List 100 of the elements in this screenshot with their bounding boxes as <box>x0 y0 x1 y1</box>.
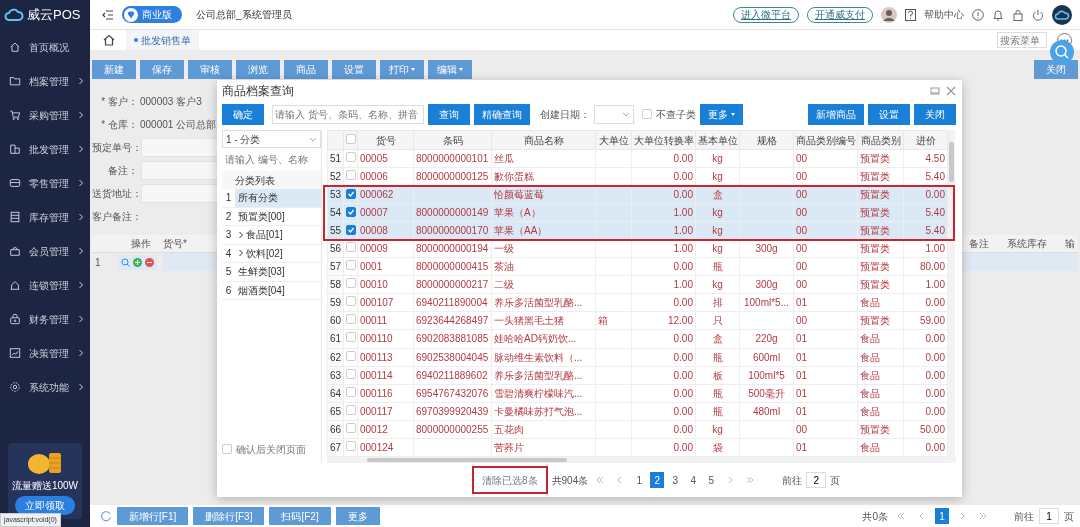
category-item[interactable]: 生鲜类[03] <box>235 263 321 281</box>
category-item[interactable]: 预置类[00] <box>235 207 321 225</box>
page-tab[interactable]: 批发销售单 <box>126 30 199 50</box>
page-button[interactable]: 3 <box>668 472 683 488</box>
table-cell: 300g <box>739 239 794 258</box>
close-icon[interactable] <box>946 86 956 96</box>
table-cell: 0.00 <box>631 384 696 403</box>
help-icon[interactable] <box>905 8 916 21</box>
lock-icon[interactable] <box>1012 8 1024 21</box>
sidebar-item[interactable]: 财务管理 <box>0 302 90 336</box>
dialog-button[interactable]: 新增商品 <box>808 103 864 125</box>
table-cell: 01 <box>793 329 858 348</box>
checkbox[interactable] <box>346 260 356 271</box>
checkbox[interactable] <box>346 170 356 181</box>
page-button[interactable]: 4 <box>686 472 701 488</box>
category-select[interactable]: 1 - 分类 <box>222 130 321 148</box>
checkbox[interactable] <box>642 109 652 119</box>
sidebar-item[interactable]: 首页概况 <box>0 30 90 64</box>
claim-button[interactable]: 立即领取 <box>15 496 75 515</box>
checkbox[interactable] <box>346 189 356 200</box>
refresh-icon[interactable] <box>100 510 112 522</box>
checkbox[interactable] <box>346 386 356 397</box>
edition-badge[interactable]: 商业版 <box>122 6 182 23</box>
category-item[interactable]: 食品[01] <box>235 226 321 244</box>
sidebar-item[interactable]: 连锁管理 <box>0 268 90 302</box>
platform-link[interactable]: 进入微平台 <box>733 6 799 23</box>
sidebar-item[interactable]: 库存管理 <box>0 200 90 234</box>
minimize-icon[interactable] <box>930 86 940 96</box>
sidebar-item[interactable]: 零售管理 <box>0 166 90 200</box>
menu-collapse-icon[interactable] <box>102 9 114 20</box>
query-button[interactable]: 精确查询 <box>474 103 530 125</box>
checkbox[interactable] <box>346 152 356 162</box>
page-button[interactable]: 1 <box>632 472 647 488</box>
dialog-button[interactable]: 关闭 <box>914 103 956 125</box>
checkbox[interactable] <box>346 350 356 361</box>
scrollbar[interactable] <box>948 130 955 457</box>
sidebar-item[interactable]: 系统功能 <box>0 370 90 404</box>
page-input[interactable]: 2 <box>806 472 827 488</box>
home-icon[interactable] <box>102 33 116 47</box>
search-icon[interactable] <box>120 257 130 267</box>
clear-selection-link[interactable]: 清除已选8条 <box>472 466 548 494</box>
checkbox[interactable] <box>346 133 356 144</box>
bell-icon[interactable] <box>992 8 1004 21</box>
category-item[interactable]: 所有分类 <box>235 189 321 207</box>
table-cell: 瓶 <box>695 348 740 367</box>
checkbox[interactable] <box>346 314 356 325</box>
table-cell: 板 <box>695 366 740 385</box>
last-page-icon[interactable] <box>745 475 756 485</box>
power-icon[interactable] <box>1032 8 1044 21</box>
table-cell: 0.00 <box>631 329 696 348</box>
platform-link[interactable]: 开通威支付 <box>807 6 873 23</box>
menu-search-field[interactable]: 搜索菜单 <box>997 32 1047 48</box>
date-select[interactable] <box>594 104 634 124</box>
category-item[interactable]: 烟酒类[04] <box>235 281 321 299</box>
column-header: 商品名称 <box>491 130 596 150</box>
checkbox[interactable] <box>346 368 356 379</box>
category-item[interactable]: 饮料[02] <box>235 244 321 262</box>
scrollbar[interactable] <box>327 457 956 463</box>
sidebar-item[interactable]: 采购管理 <box>0 98 90 132</box>
info-icon[interactable] <box>972 8 984 21</box>
checkbox[interactable] <box>346 440 356 451</box>
more-button[interactable]: 更多 <box>700 103 743 125</box>
last-page-icon[interactable] <box>978 511 988 521</box>
search-icon[interactable] <box>1050 40 1074 64</box>
goto-label: 前往 <box>782 473 803 488</box>
search-field[interactable]: 请输入 货号、条码、名称、拼音 <box>272 104 424 124</box>
page-button[interactable]: 5 <box>704 472 719 488</box>
add-icon[interactable] <box>132 257 142 267</box>
checkbox[interactable] <box>346 278 356 289</box>
page-input[interactable]: 1 <box>1039 508 1059 524</box>
checkbox[interactable] <box>346 404 356 415</box>
sidebar-item[interactable]: 决策管理 <box>0 336 90 370</box>
sidebar-item[interactable]: 批发管理 <box>0 132 90 166</box>
checkbox[interactable] <box>346 225 356 236</box>
confirm-button[interactable]: 确定 <box>222 103 264 125</box>
checkbox[interactable] <box>346 422 356 433</box>
checkbox[interactable] <box>346 332 356 343</box>
page-button[interactable]: 1 <box>935 508 949 524</box>
checkbox[interactable] <box>346 242 356 253</box>
sidebar-item[interactable]: 会员管理 <box>0 234 90 268</box>
table-cell: 000110 <box>357 329 414 348</box>
query-button[interactable]: 查询 <box>428 103 470 125</box>
table-cell: 600ml <box>739 348 794 367</box>
help-link[interactable]: 帮助中心 <box>924 7 964 22</box>
dialog-button[interactable]: 设置 <box>868 103 910 125</box>
first-page-icon[interactable] <box>595 475 606 485</box>
column-header: 商品类别 <box>857 130 904 150</box>
avatar[interactable] <box>881 6 897 23</box>
first-page-icon[interactable] <box>896 511 906 521</box>
checkbox[interactable] <box>346 296 356 307</box>
column-header: 备注 <box>968 237 990 251</box>
remove-icon[interactable] <box>144 257 154 267</box>
page-button[interactable]: 2 <box>650 472 665 488</box>
table-cell: 1.00 <box>903 275 948 294</box>
checkbox[interactable] <box>346 207 356 218</box>
checkbox[interactable] <box>222 444 232 454</box>
sidebar-item[interactable]: 档案管理 <box>0 64 90 98</box>
brand-logo-icon[interactable] <box>1052 4 1072 25</box>
table-cell: 箱 <box>595 311 632 330</box>
table-cell: 12.00 <box>631 311 696 330</box>
